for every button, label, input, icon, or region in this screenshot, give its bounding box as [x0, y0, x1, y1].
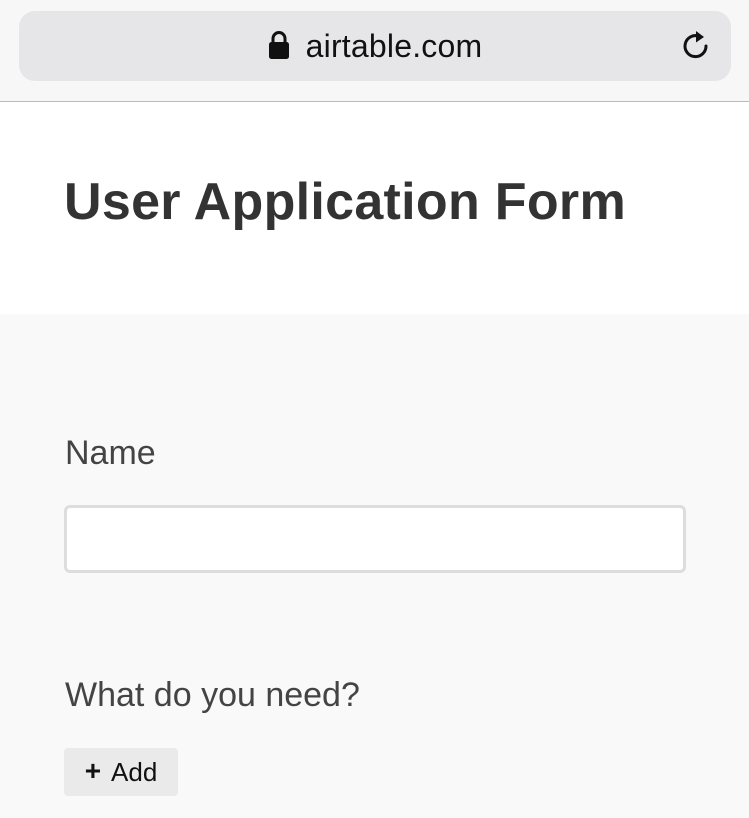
add-button-label: Add	[111, 756, 158, 787]
page-title: User Application Form	[64, 173, 626, 231]
address-bar-content: airtable.com	[19, 11, 731, 81]
lock-icon	[268, 31, 289, 59]
name-field-label: Name	[65, 434, 156, 472]
reload-icon[interactable]	[679, 29, 713, 63]
url-text: airtable.com	[305, 27, 483, 64]
add-button[interactable]: + Add	[64, 748, 178, 796]
need-field-label: What do you need?	[65, 676, 360, 714]
name-input[interactable]	[64, 505, 686, 573]
form-header: User Application Form	[0, 102, 749, 314]
browser-toolbar: airtable.com	[0, 0, 749, 102]
form-body: Name What do you need? + Add	[0, 314, 749, 818]
plus-icon: +	[84, 754, 102, 786]
address-bar[interactable]: airtable.com	[19, 11, 731, 81]
